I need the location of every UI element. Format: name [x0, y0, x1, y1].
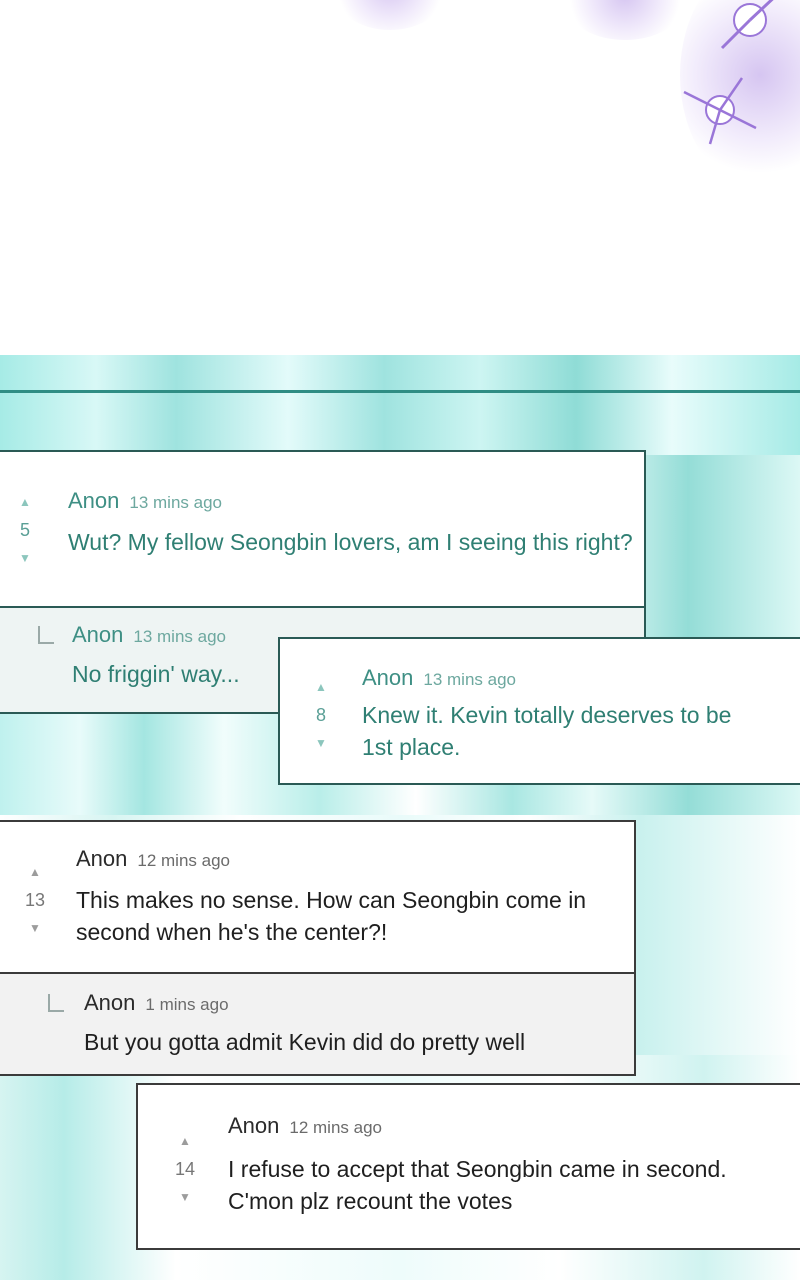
- triangle-up-icon[interactable]: ▲: [170, 1135, 200, 1147]
- reply-corner-icon: [48, 994, 64, 1012]
- vote-widget: ▲ 5 ▼: [10, 496, 40, 564]
- comment-header: Anon 13 mins ago: [68, 488, 222, 514]
- reply-author[interactable]: Anon: [84, 990, 135, 1015]
- reply-author[interactable]: Anon: [72, 622, 123, 647]
- comment-author[interactable]: Anon: [228, 1113, 279, 1138]
- triangle-down-icon[interactable]: ▼: [10, 552, 40, 564]
- vote-widget: ▲ 14 ▼: [170, 1135, 200, 1203]
- comment-time: 12 mins ago: [289, 1118, 383, 1137]
- comment-author[interactable]: Anon: [76, 846, 127, 871]
- comment-card: ▲ 8 ▼ Anon 13 mins ago Knew it. Kevin tot…: [278, 637, 800, 785]
- triangle-down-icon[interactable]: ▼: [170, 1191, 200, 1203]
- triangle-up-icon[interactable]: ▲: [20, 866, 50, 878]
- comment-text: Knew it. Kevin totally deserves to be 1s…: [362, 702, 732, 760]
- sparkle-star-icon: [720, 0, 774, 50]
- sparkle-decoration: [0, 0, 800, 355]
- reply-time: 13 mins ago: [133, 627, 227, 646]
- comment-time: 12 mins ago: [137, 851, 231, 870]
- comment-text: This makes no sense. How can Seongbin co…: [76, 887, 587, 945]
- vote-widget: ▲ 8 ▼: [306, 681, 336, 749]
- comment-header: Anon 12 mins ago: [228, 1113, 382, 1139]
- comment-time: 13 mins ago: [423, 670, 517, 689]
- reply-time: 1 mins ago: [145, 995, 229, 1014]
- comment-author[interactable]: Anon: [68, 488, 119, 513]
- vote-count: 14: [174, 1159, 196, 1179]
- reply-header: Anon 13 mins ago: [72, 622, 226, 648]
- sparkle-star-icon: [683, 77, 757, 145]
- triangle-down-icon[interactable]: ▼: [20, 922, 50, 934]
- vote-widget: ▲ 13 ▼: [20, 866, 50, 934]
- reply-corner-icon: [38, 626, 54, 644]
- triangle-down-icon[interactable]: ▼: [306, 737, 336, 749]
- vote-count: 5: [19, 520, 30, 540]
- reply-text: But you gotta admit Kevin did do pretty …: [84, 1029, 526, 1055]
- comment-card: ▲ 13 ▼ Anon 12 mins ago This makes no sen…: [0, 820, 636, 1076]
- vote-count: 13: [24, 890, 46, 910]
- comment-card: ▲ 14 ▼ Anon 12 mins ago I refuse to accep…: [136, 1083, 800, 1250]
- comment-header: Anon 13 mins ago: [362, 665, 516, 691]
- comment-time: 13 mins ago: [129, 493, 223, 512]
- comment-author[interactable]: Anon: [362, 665, 413, 690]
- reply-header: Anon 1 mins ago: [84, 990, 229, 1016]
- triangle-up-icon[interactable]: ▲: [10, 496, 40, 508]
- reply-box: Anon 1 mins ago But you gotta admit Kevin…: [0, 972, 636, 1076]
- triangle-up-icon[interactable]: ▲: [306, 681, 336, 693]
- comment-text: I refuse to accept that Seongbin came in…: [228, 1156, 727, 1214]
- vote-count: 8: [315, 705, 326, 725]
- comment-text: Wut? My fellow Seongbin lovers, am I see…: [68, 529, 633, 555]
- comment-header: Anon 12 mins ago: [76, 846, 230, 872]
